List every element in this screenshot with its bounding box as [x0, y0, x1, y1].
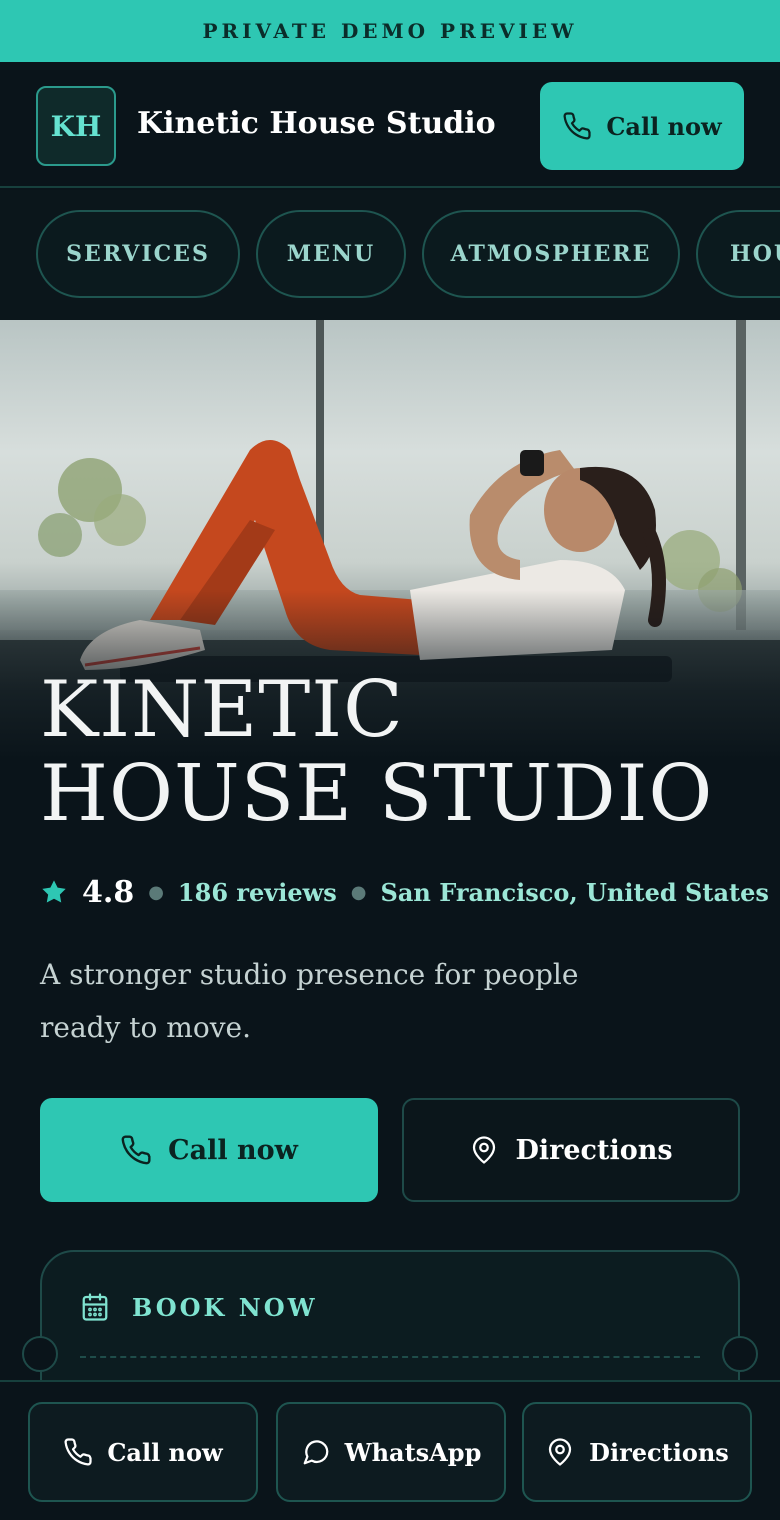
- ticket-notch-right: [722, 1336, 758, 1372]
- booking-header: BOOK NOW: [80, 1292, 318, 1322]
- booking-label: BOOK NOW: [132, 1292, 318, 1322]
- phone-icon: [120, 1134, 152, 1166]
- call-now-label: Call now: [168, 1134, 298, 1166]
- bottom-directions-label: Directions: [589, 1437, 729, 1467]
- rating-value: 4.8: [82, 874, 135, 910]
- phone-icon: [562, 111, 592, 141]
- bottom-call-button[interactable]: Call now: [28, 1402, 258, 1502]
- bottom-whatsapp-label: WhatsApp: [344, 1437, 482, 1467]
- bottom-whatsapp-button[interactable]: WhatsApp: [276, 1402, 506, 1502]
- phone-icon: [63, 1437, 93, 1467]
- preview-banner: PRIVATE DEMO PREVIEW: [0, 0, 780, 62]
- page-title-line-1: KINETIC: [40, 665, 404, 755]
- logo-initials: KH: [50, 109, 102, 143]
- header-call-button[interactable]: Call now: [540, 82, 744, 170]
- booking-divider: [80, 1356, 700, 1358]
- section-nav: SERVICES MENU ATMOSPHERE HOU: [0, 190, 780, 320]
- nav-item-label: MENU: [286, 241, 376, 267]
- nav-item-services[interactable]: SERVICES: [36, 210, 240, 298]
- map-pin-icon: [545, 1437, 575, 1467]
- logo[interactable]: KH: [36, 86, 116, 166]
- brand-name[interactable]: Kinetic House Studio: [137, 106, 496, 141]
- nav-item-label: ATMOSPHERE: [450, 241, 652, 267]
- header-call-label: Call now: [606, 111, 722, 141]
- nav-item-menu[interactable]: MENU: [256, 210, 406, 298]
- whatsapp-icon: [301, 1437, 331, 1467]
- bottom-directions-button[interactable]: Directions: [522, 1402, 752, 1502]
- bottom-action-bar: Call now WhatsApp Directions: [0, 1380, 780, 1520]
- separator-dot: ●: [350, 881, 367, 903]
- site-header: KH Kinetic House Studio Call now: [0, 62, 780, 188]
- nav-item-atmosphere[interactable]: ATMOSPHERE: [422, 210, 680, 298]
- page-title: KINETIC HOUSE STUDIO: [40, 668, 760, 836]
- location-text: San Francisco, United States: [380, 877, 769, 907]
- bottom-call-label: Call now: [107, 1437, 223, 1467]
- page: PRIVATE DEMO PREVIEW KH Kinetic House St…: [0, 0, 780, 1520]
- review-count-link[interactable]: 186 reviews: [178, 878, 337, 907]
- nav-item-label: SERVICES: [66, 241, 210, 267]
- directions-label: Directions: [515, 1134, 673, 1166]
- calendar-icon: [80, 1292, 110, 1322]
- map-pin-icon: [469, 1135, 499, 1165]
- preview-banner-text: PRIVATE DEMO PREVIEW: [202, 19, 578, 43]
- page-title-line-2: HOUSE STUDIO: [40, 749, 714, 839]
- nav-item-label: HOU: [730, 241, 780, 267]
- tagline: A stronger studio presence for people re…: [40, 958, 579, 1044]
- directions-button[interactable]: Directions: [402, 1098, 740, 1202]
- ticket-notch-left: [22, 1336, 58, 1372]
- call-now-button[interactable]: Call now: [40, 1098, 378, 1202]
- business-meta: 4.8 ● 186 reviews ● San Francisco, Unite…: [40, 866, 769, 918]
- separator-dot: ●: [148, 881, 164, 903]
- nav-item-hours[interactable]: HOU: [696, 210, 780, 298]
- star-icon: [40, 878, 68, 906]
